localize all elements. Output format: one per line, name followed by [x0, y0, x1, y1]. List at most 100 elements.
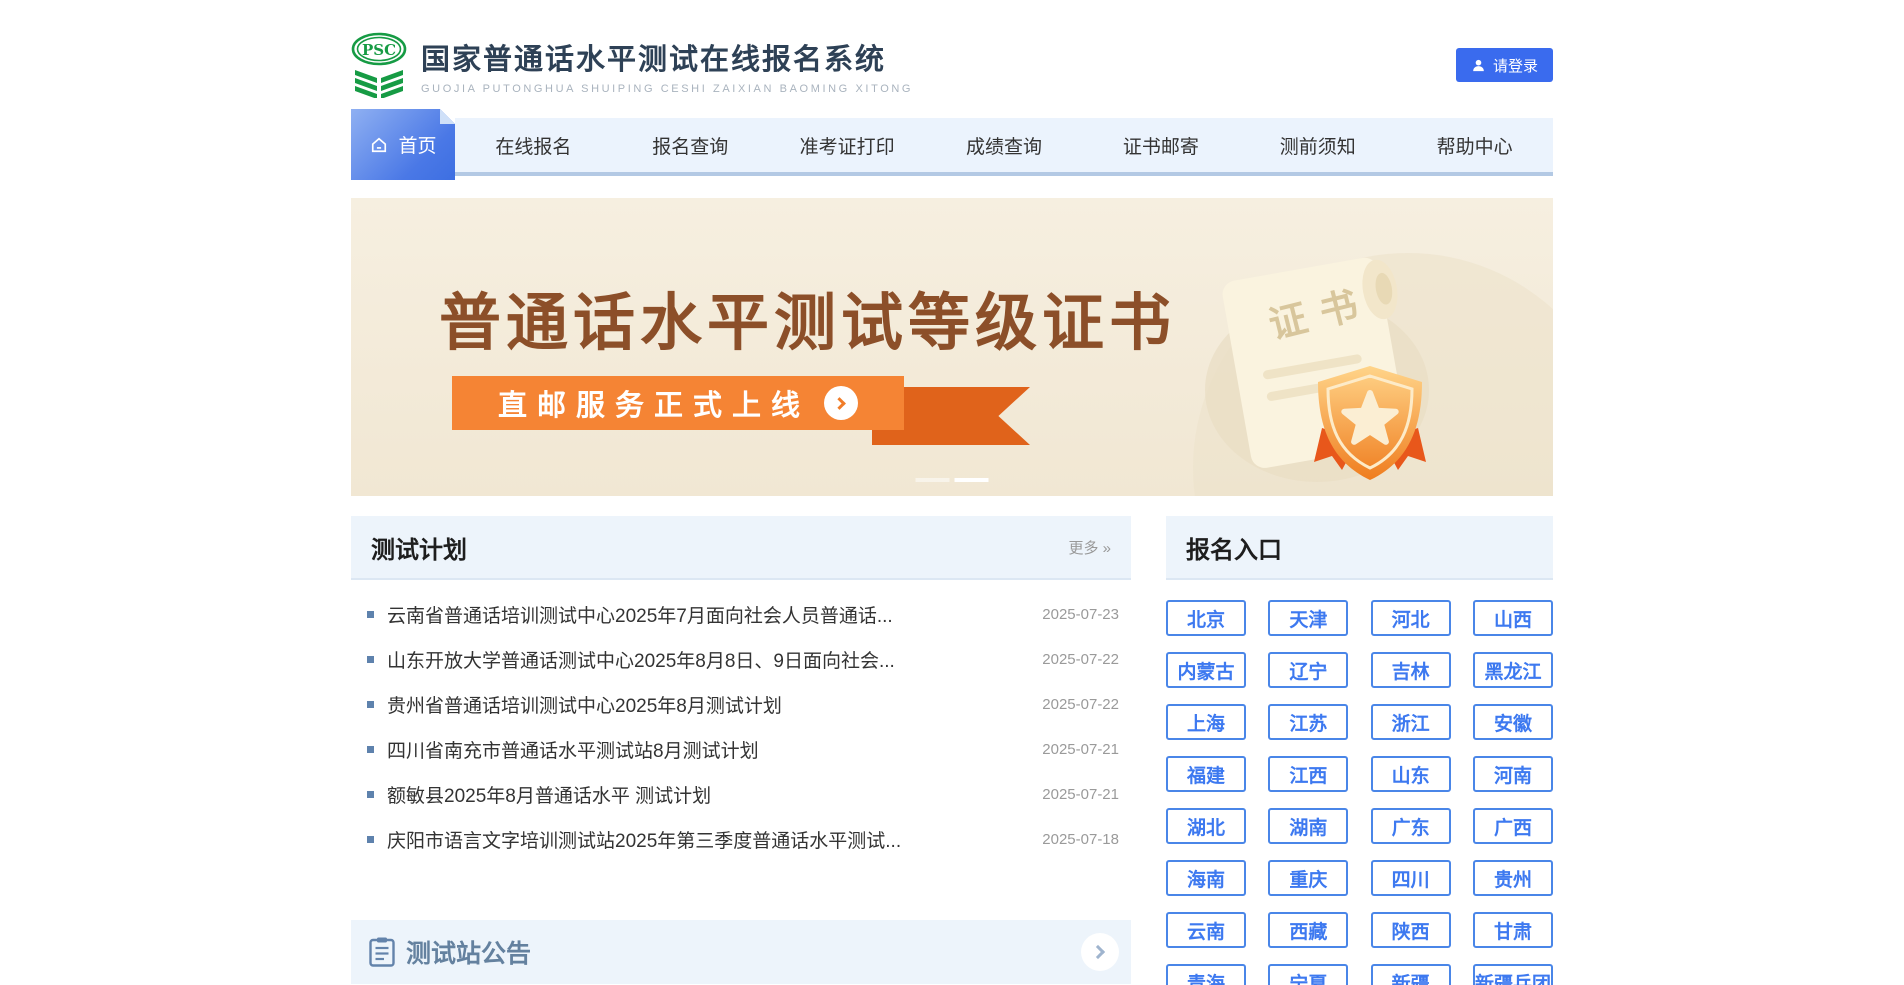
right-column: 报名入口 北京 天津 河北 山西 内蒙古 辽宁 吉林 黑龙江 上海 江苏 浙江 …	[1166, 516, 1553, 985]
entry-title: 报名入口	[1186, 530, 1282, 565]
left-column: 测试计划 更多 » 云南省普通话培训测试中心2025年7月面向社会人员普通话..…	[351, 516, 1131, 985]
province-button[interactable]: 广东	[1371, 808, 1451, 844]
list-item[interactable]: 云南省普通话培训测试中心2025年7月面向社会人员普通话... 2025-07-…	[367, 592, 1119, 637]
plan-title: 贵州省普通话培训测试中心2025年8月测试计划	[387, 691, 1022, 718]
plans-title: 测试计划	[371, 530, 467, 565]
province-button[interactable]: 天津	[1268, 600, 1348, 636]
login-label: 请登录	[1493, 55, 1538, 76]
plans-list: 云南省普通话培训测试中心2025年7月面向社会人员普通话... 2025-07-…	[351, 580, 1131, 876]
nav-item-cert-mail[interactable]: 证书邮寄	[1082, 118, 1239, 172]
province-button[interactable]: 浙江	[1371, 704, 1451, 740]
brand-block: 国家普通话水平测试在线报名系统 GUOJIA PUTONGHUA SHUIPIN…	[421, 36, 913, 95]
plan-title: 额敏县2025年8月普通话水平 测试计划	[387, 781, 1022, 808]
nav-label: 成绩查询	[966, 132, 1042, 159]
list-item[interactable]: 山东开放大学普通话测试中心2025年8月8日、9日面向社会... 2025-07…	[367, 637, 1119, 682]
province-button[interactable]: 上海	[1166, 704, 1246, 740]
province-button[interactable]: 宁夏	[1268, 964, 1348, 985]
plan-date: 2025-07-21	[1042, 741, 1119, 758]
ribbon-cta[interactable]: 直邮服务正式上线	[452, 376, 904, 430]
province-button[interactable]: 江西	[1268, 756, 1348, 792]
certificate-illustration: 证书	[1205, 238, 1475, 490]
province-button[interactable]: 西藏	[1268, 912, 1348, 948]
logo-text: PSC	[362, 41, 396, 59]
nav-label: 首页	[398, 131, 436, 158]
province-button[interactable]: 青海	[1166, 964, 1246, 985]
nav-item-online-signup[interactable]: 在线报名	[455, 118, 612, 172]
province-button[interactable]: 辽宁	[1268, 652, 1348, 688]
page: PSC 国家普通话水平测试在线报名系统 GUOJIA PUTONGHUA SHU…	[351, 0, 1553, 985]
carousel-indicators	[916, 478, 989, 482]
site-title: 国家普通话水平测试在线报名系统	[421, 36, 913, 78]
province-button[interactable]: 河南	[1473, 756, 1553, 792]
province-button[interactable]: 吉林	[1371, 652, 1451, 688]
banner-ribbon: 直邮服务正式上线	[452, 376, 904, 430]
plan-title: 四川省南充市普通话水平测试站8月测试计划	[387, 736, 1022, 763]
province-button[interactable]: 重庆	[1268, 860, 1348, 896]
plan-date: 2025-07-23	[1042, 606, 1119, 623]
main-content: 测试计划 更多 » 云南省普通话培训测试中心2025年7月面向社会人员普通话..…	[351, 516, 1553, 985]
clipboard-icon	[369, 937, 395, 967]
province-button[interactable]: 黑龙江	[1473, 652, 1553, 688]
ribbon-label: 直邮服务正式上线	[498, 382, 810, 424]
province-button[interactable]: 山西	[1473, 600, 1553, 636]
plans-panel-header: 测试计划 更多 »	[351, 516, 1131, 580]
login-button[interactable]: 请登录	[1456, 48, 1553, 82]
plan-title: 云南省普通话培训测试中心2025年7月面向社会人员普通话...	[387, 601, 1022, 628]
province-button[interactable]: 北京	[1166, 600, 1246, 636]
list-item[interactable]: 额敏县2025年8月普通话水平 测试计划 2025-07-21	[367, 772, 1119, 817]
user-icon	[1471, 58, 1486, 73]
plan-title: 山东开放大学普通话测试中心2025年8月8日、9日面向社会...	[387, 646, 1022, 673]
plan-date: 2025-07-22	[1042, 696, 1119, 713]
province-button[interactable]: 云南	[1166, 912, 1246, 948]
province-button[interactable]: 内蒙古	[1166, 652, 1246, 688]
nav-label: 在线报名	[495, 132, 571, 159]
nav-label: 帮助中心	[1437, 132, 1513, 159]
nav-item-pretest-notice[interactable]: 测前须知	[1239, 118, 1396, 172]
bullet-icon	[367, 836, 374, 843]
plan-date: 2025-07-18	[1042, 831, 1119, 848]
province-button[interactable]: 新疆	[1371, 964, 1451, 985]
site-header: PSC 国家普通话水平测试在线报名系统 GUOJIA PUTONGHUA SHU…	[351, 0, 1553, 100]
psc-logo-icon: PSC	[351, 32, 407, 98]
banner-title: 普通话水平测试等级证书	[439, 272, 1176, 362]
nav-item-score-query[interactable]: 成绩查询	[926, 118, 1083, 172]
province-button[interactable]: 海南	[1166, 860, 1246, 896]
main-nav: 首页 在线报名 报名查询 准考证打印 成绩查询 证书邮寄 测前须知 帮助中心	[351, 118, 1553, 176]
province-button[interactable]: 湖南	[1268, 808, 1348, 844]
banner-carousel[interactable]: 普通话水平测试等级证书 直邮服务正式上线 证书	[351, 198, 1553, 496]
province-button[interactable]: 新疆兵团	[1473, 964, 1553, 985]
province-button[interactable]: 福建	[1166, 756, 1246, 792]
list-item[interactable]: 四川省南充市普通话水平测试站8月测试计划 2025-07-21	[367, 727, 1119, 772]
carousel-dot-1[interactable]	[916, 478, 950, 482]
announcements-expand-button[interactable]	[1081, 933, 1119, 971]
province-button[interactable]: 河北	[1371, 600, 1451, 636]
province-button[interactable]: 贵州	[1473, 860, 1553, 896]
nav-item-help-center[interactable]: 帮助中心	[1396, 118, 1553, 172]
province-button[interactable]: 甘肃	[1473, 912, 1553, 948]
entry-panel-header: 报名入口	[1166, 516, 1553, 580]
announcements-title: 测试站公告	[406, 934, 531, 970]
bullet-icon	[367, 656, 374, 663]
plans-more-link[interactable]: 更多 »	[1068, 537, 1111, 558]
bullet-icon	[367, 746, 374, 753]
plan-date: 2025-07-21	[1042, 786, 1119, 803]
nav-item-ticket-print[interactable]: 准考证打印	[769, 118, 926, 172]
bullet-icon	[367, 701, 374, 708]
province-button[interactable]: 安徽	[1473, 704, 1553, 740]
province-button[interactable]: 湖北	[1166, 808, 1246, 844]
province-button[interactable]: 广西	[1473, 808, 1553, 844]
nav-label: 报名查询	[652, 132, 728, 159]
announcements-panel-header: 测试站公告	[351, 920, 1131, 984]
province-button[interactable]: 山东	[1371, 756, 1451, 792]
nav-item-signup-query[interactable]: 报名查询	[612, 118, 769, 172]
province-button[interactable]: 陕西	[1371, 912, 1451, 948]
province-button[interactable]: 江苏	[1268, 704, 1348, 740]
list-item[interactable]: 庆阳市语言文字培训测试站2025年第三季度普通话水平测试... 2025-07-…	[367, 817, 1119, 862]
list-item[interactable]: 贵州省普通话培训测试中心2025年8月测试计划 2025-07-22	[367, 682, 1119, 727]
carousel-dot-2[interactable]	[955, 478, 989, 482]
bullet-icon	[367, 791, 374, 798]
arrow-right-icon	[824, 386, 858, 420]
nav-item-home[interactable]: 首页	[351, 109, 455, 180]
province-button[interactable]: 四川	[1371, 860, 1451, 896]
chevron-right-icon	[1091, 945, 1105, 959]
